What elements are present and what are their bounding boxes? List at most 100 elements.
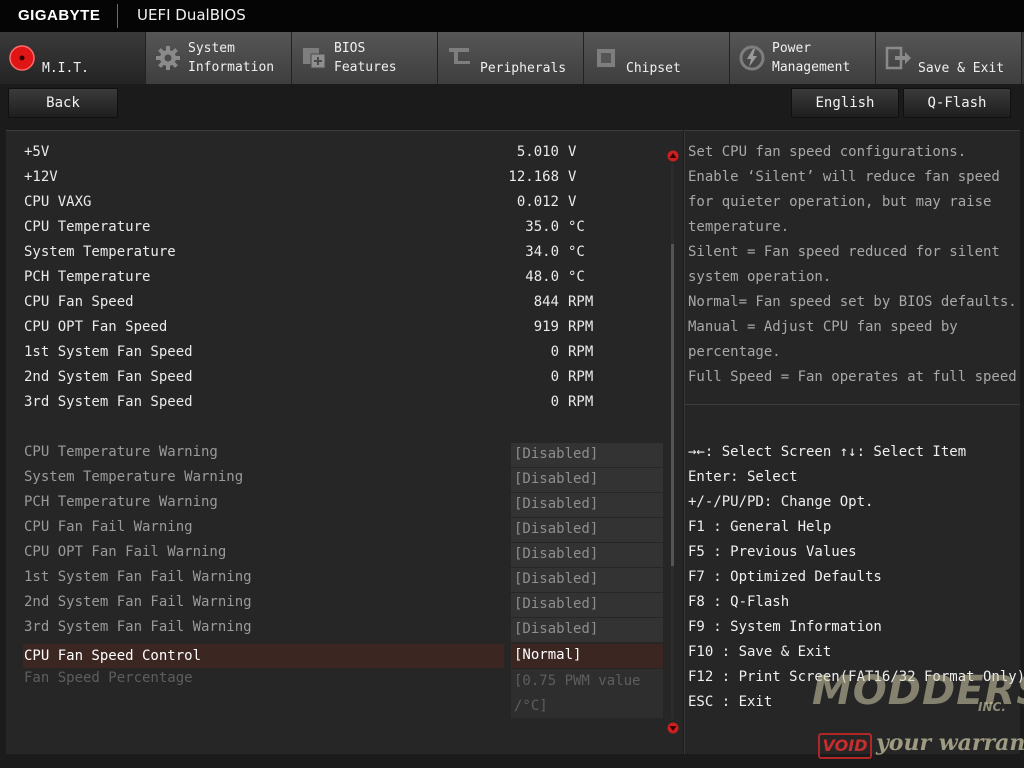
scrollbar-thumb[interactable] <box>671 244 674 566</box>
key-line: Enter: Select <box>688 469 798 485</box>
monitor-row-5v: +5V 5.010 V <box>24 140 594 165</box>
key-line: F8 : Q-Flash <box>688 594 790 610</box>
chip-plus-icon <box>303 48 326 69</box>
help-line: Silent = Fan speed reduced for silent <box>688 244 1000 260</box>
option-cpu-fan-speed-control[interactable]: [Normal] <box>511 644 663 668</box>
setting-row-system-temp-warning[interactable]: System Temperature Warning <box>24 465 504 490</box>
monitor-row-cpu-vaxg: CPU VAXG 0.012 V <box>24 190 594 215</box>
mit-icon <box>9 45 35 71</box>
tab-label: Save & Exit <box>918 61 1005 76</box>
tab-label: Peripherals <box>480 61 567 76</box>
setting-label: 3rd System Fan Fail Warning <box>24 619 252 635</box>
monitor-unit: V <box>568 144 577 160</box>
option-cpu-temp-warning[interactable]: [Disabled] <box>511 443 663 468</box>
monitor-unit: °C <box>568 269 585 285</box>
option-sys-fan-3-fail-warning[interactable]: [Disabled] <box>511 618 663 643</box>
title-divider <box>117 4 118 28</box>
option-value-line: [0.75 PWM value <box>514 673 641 689</box>
monitor-row-system-temp: System Temperature 34.0 °C <box>24 240 594 265</box>
setting-row-pch-temp-warning[interactable]: PCH Temperature Warning <box>24 490 504 515</box>
tab-save-exit[interactable]: Save & Exit <box>876 32 1022 84</box>
key-line: →←: Select Screen ↑↓: Select Item <box>688 444 967 460</box>
option-value-line: /°C] <box>514 698 548 714</box>
power-icon <box>739 45 765 71</box>
monitor-row-cpu-fan: CPU Fan Speed 844 RPM <box>24 290 594 315</box>
option-system-temp-warning[interactable]: [Disabled] <box>511 468 663 493</box>
monitor-value: 0.012 <box>516 194 559 210</box>
monitor-unit: V <box>568 194 577 210</box>
tab-chipset[interactable]: Chipset <box>584 32 730 84</box>
monitor-label: 1st System Fan Speed <box>24 344 193 360</box>
tab-label: System Information <box>188 41 275 75</box>
monitor-value: 34.0 <box>525 244 559 260</box>
monitor-row-sys-fan-3: 3rd System Fan Speed 0 RPM <box>24 390 594 415</box>
main-tab-bar: M.I.T. System Information BIOS Features <box>0 32 1024 84</box>
option-fan-speed-percentage: [0.75 PWM value /°C] <box>511 669 663 718</box>
monitor-value: 5.010 <box>516 144 559 160</box>
help-line: Normal= Fan speed set by BIOS defaults. <box>688 294 1017 310</box>
chipset-icon <box>597 49 615 67</box>
scroll-up-arrow-icon[interactable] <box>667 150 679 162</box>
setting-row-sys-fan-2-fail-warning[interactable]: 2nd System Fan Fail Warning <box>24 590 504 615</box>
tab-peripherals[interactable]: Peripherals <box>438 32 584 84</box>
monitor-value: 919 <box>533 319 559 335</box>
watermark-void-stamp: VOID <box>818 733 872 759</box>
tab-label: Chipset <box>626 61 681 76</box>
language-button[interactable]: English <box>791 88 899 118</box>
key-line: F9 : System Information <box>688 619 882 635</box>
watermark-inc: INC. <box>978 700 1006 714</box>
setting-row-cpu-opt-fan-fail-warning[interactable]: CPU OPT Fan Fail Warning <box>24 540 504 565</box>
setting-label: CPU Fan Speed Control <box>24 648 202 664</box>
help-line: for quieter operation, but may raise <box>688 194 992 210</box>
option-pch-temp-warning[interactable]: [Disabled] <box>511 493 663 518</box>
help-line: Enable ‘Silent’ will reduce fan speed <box>688 169 1000 185</box>
monitor-value: 844 <box>533 294 559 310</box>
tab-system-information[interactable]: System Information <box>146 32 292 84</box>
option-sys-fan-1-fail-warning[interactable]: [Disabled] <box>511 568 663 593</box>
setting-label: CPU Fan Fail Warning <box>24 519 193 535</box>
gear-icon <box>156 46 180 70</box>
setting-row-sys-fan-1-fail-warning[interactable]: 1st System Fan Fail Warning <box>24 565 504 590</box>
monitor-row-12v: +12V 12.168 V <box>24 165 594 190</box>
tab-power-management[interactable]: Power Management <box>730 32 876 84</box>
tab-mit[interactable]: M.I.T. <box>0 32 146 84</box>
tab-label: Power Management <box>772 41 851 75</box>
key-line: F10 : Save & Exit <box>688 644 832 660</box>
setting-label-fan-speed-percentage: Fan Speed Percentage <box>24 670 193 686</box>
key-line: F1 : General Help <box>688 519 832 535</box>
back-button[interactable]: Back <box>8 88 118 118</box>
monitor-row-pch-temp: PCH Temperature 48.0 °C <box>24 265 594 290</box>
help-line: temperature. <box>688 219 790 235</box>
tab-label: M.I.T. <box>42 61 89 76</box>
monitor-label: CPU VAXG <box>24 194 92 210</box>
scroll-down-arrow-icon[interactable] <box>667 722 679 734</box>
monitor-value: 48.0 <box>525 269 559 285</box>
monitor-label: +12V <box>24 169 58 185</box>
option-sys-fan-2-fail-warning[interactable]: [Disabled] <box>511 593 663 618</box>
qflash-button[interactable]: Q-Flash <box>903 88 1011 118</box>
monitor-value: 0 <box>550 344 559 360</box>
monitor-unit: °C <box>568 219 585 235</box>
product-title: UEFI DualBIOS <box>137 6 246 24</box>
help-line: system operation. <box>688 269 832 285</box>
setting-row-cpu-temp-warning[interactable]: CPU Temperature Warning <box>24 440 504 465</box>
tab-bios-features[interactable]: BIOS Features <box>292 32 438 84</box>
watermark-tagline: your warranty <box>876 730 1024 756</box>
monitor-value: 35.0 <box>525 219 559 235</box>
setting-row-sys-fan-3-fail-warning[interactable]: 3rd System Fan Fail Warning <box>24 615 504 640</box>
help-description: Set CPU fan speed configurations. Enable… <box>688 140 1018 390</box>
monitor-label: +5V <box>24 144 50 160</box>
monitor-value: 0 <box>550 369 559 385</box>
key-line: F5 : Previous Values <box>688 544 857 560</box>
option-cpu-opt-fan-fail-warning[interactable]: [Disabled] <box>511 543 663 568</box>
title-bar: GIGABYTE UEFI DualBIOS <box>0 0 1024 32</box>
exit-icon <box>885 46 911 70</box>
setting-label: 2nd System Fan Fail Warning <box>24 594 252 610</box>
monitor-row-cpu-temp: CPU Temperature 35.0 °C <box>24 215 594 240</box>
monitor-row-sys-fan-1: 1st System Fan Speed 0 RPM <box>24 340 594 365</box>
setting-row-cpu-fan-fail-warning[interactable]: CPU Fan Fail Warning <box>24 515 504 540</box>
option-cpu-fan-fail-warning[interactable]: [Disabled] <box>511 518 663 543</box>
help-divider <box>685 404 1020 405</box>
setting-label: CPU OPT Fan Fail Warning <box>24 544 227 560</box>
setting-row-cpu-fan-speed-control[interactable]: CPU Fan Speed Control <box>23 644 504 668</box>
